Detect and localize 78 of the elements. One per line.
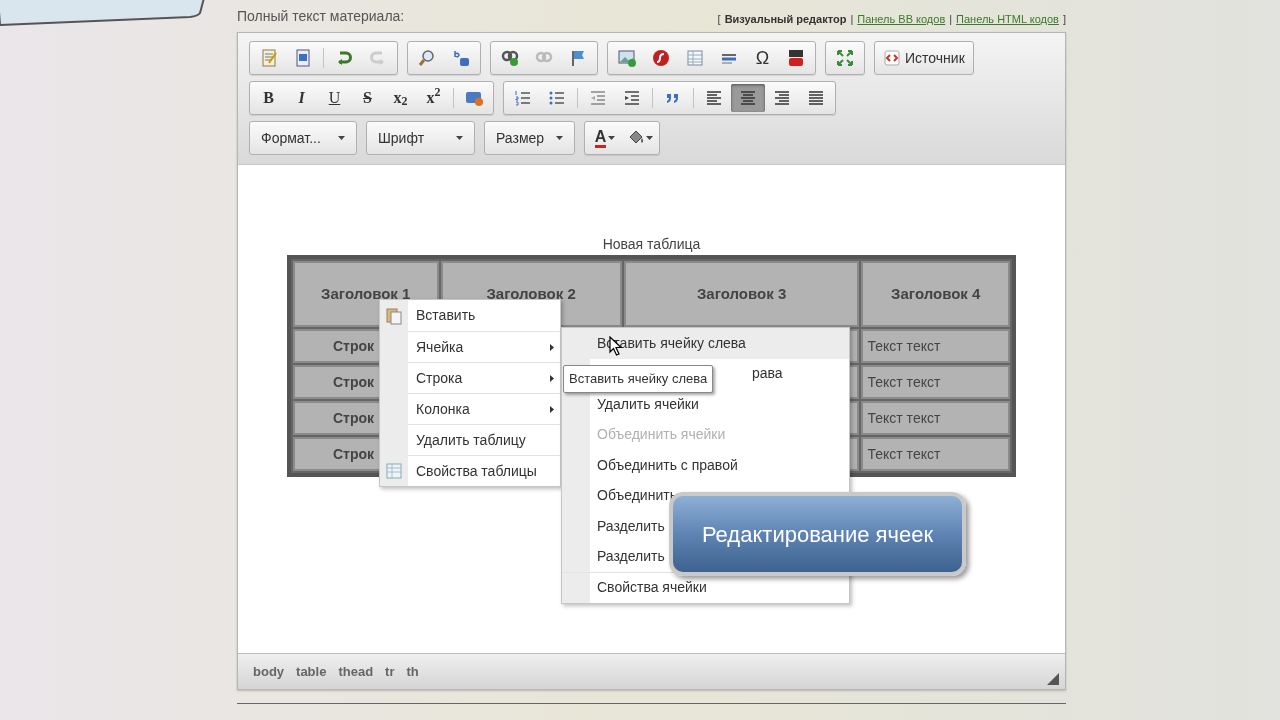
document-icon <box>260 49 278 67</box>
html-snippet-icon <box>465 89 483 107</box>
caret-icon <box>608 136 616 140</box>
path-link[interactable]: tr <box>385 661 395 682</box>
bracket-text: [ <box>717 11 721 27</box>
table-caption: Новая таблица <box>601 235 702 254</box>
field-label: Полный текст материала: <box>237 7 405 26</box>
clipboard-icon <box>386 306 402 325</box>
search-icon <box>418 49 436 67</box>
replace-icon <box>452 49 470 67</box>
mode-link[interactable]: Панель BB кодов <box>857 10 946 27</box>
bracket-text: ] <box>1062 11 1066 27</box>
menu-item[interactable]: Объединить <box>597 485 677 507</box>
resize-grip-icon[interactable] <box>1047 673 1059 685</box>
dropdown-button[interactable]: Размер <box>484 121 575 155</box>
special-character-button[interactable]: Ω <box>746 44 779 72</box>
header-cell: Заголовок 3 <box>623 261 860 327</box>
submenu-arrow-icon <box>550 374 554 382</box>
tooltip: Вставить ячейку слева <box>563 365 714 393</box>
table-cell: Текст текст <box>861 329 1010 363</box>
caret-icon <box>556 136 563 140</box>
menu-item[interactable]: Свойства таблицы <box>408 455 560 486</box>
menu-item[interactable]: Удалить таблицу <box>408 424 560 455</box>
path-link[interactable]: th <box>406 661 419 682</box>
caret-icon <box>646 136 653 140</box>
strikethrough-button[interactable]: S <box>351 84 384 112</box>
align-right-icon <box>773 89 791 107</box>
separator-text: | <box>949 11 953 27</box>
bold-button[interactable]: B <box>252 84 285 112</box>
flag-icon <box>569 49 587 67</box>
table-cell: Текст текст <box>861 401 1010 435</box>
maximize-icon <box>836 49 854 67</box>
subscript-button[interactable]: x$_{2}$ <box>384 84 417 112</box>
path-link[interactable]: thead <box>338 661 374 682</box>
menu-item[interactable]: Строка <box>408 362 560 393</box>
menu-item[interactable]: Ячейка <box>408 331 560 362</box>
header-cell: Заголовок 4 <box>861 261 1010 327</box>
video-icon <box>787 49 805 67</box>
caret-icon <box>456 136 463 140</box>
dropdown-button[interactable]: Шрифт <box>366 121 475 155</box>
justify-icon <box>807 89 825 107</box>
menu-item[interactable]: рава <box>752 363 783 385</box>
superscript-button[interactable]: x$^{2}$ <box>417 84 450 112</box>
outdent-icon <box>589 89 607 107</box>
image-icon <box>618 49 636 67</box>
path-link[interactable]: body <box>253 661 285 682</box>
link-icon <box>501 49 519 67</box>
table-icon <box>686 49 704 67</box>
text-color-button[interactable]: A <box>587 124 623 152</box>
mode-link[interactable]: Панель HTML кодов <box>956 10 1059 27</box>
menu-item[interactable]: Свойства ячейки <box>597 577 707 599</box>
word-document-icon <box>294 49 312 67</box>
submenu-arrow-icon <box>550 343 554 351</box>
menu-item[interactable]: Объединить с правой <box>597 454 738 476</box>
active-mode-label: Визуальный редактор <box>724 11 847 27</box>
menu-item[interactable]: Разделить <box>597 515 665 537</box>
table-properties-icon <box>386 462 402 479</box>
source-button[interactable]: Источник <box>874 41 974 75</box>
menu-item[interactable]: Удалить ячейки <box>597 393 699 415</box>
dropdown-button[interactable]: Формат... <box>249 121 357 155</box>
italic-button[interactable]: I <box>285 84 318 112</box>
path-link[interactable]: table <box>296 661 327 682</box>
separator-text: | <box>850 11 854 27</box>
table-cell: Текст текст <box>861 437 1010 471</box>
numbered-list-icon <box>514 89 532 107</box>
flash-icon <box>652 49 670 67</box>
source-icon <box>883 49 901 67</box>
table-cell: Текст текст <box>861 365 1010 399</box>
menu-item[interactable]: Разделить <box>597 546 665 568</box>
align-left-icon <box>705 89 723 107</box>
indent-icon <box>623 89 641 107</box>
bullet-list-icon <box>548 89 566 107</box>
align-center-icon <box>739 89 757 107</box>
menu-item[interactable]: Колонка <box>408 393 560 424</box>
submenu-arrow-icon <box>550 405 554 413</box>
align-center-button[interactable] <box>731 84 765 112</box>
underline-button[interactable]: U <box>318 84 351 112</box>
caret-icon <box>338 136 345 140</box>
